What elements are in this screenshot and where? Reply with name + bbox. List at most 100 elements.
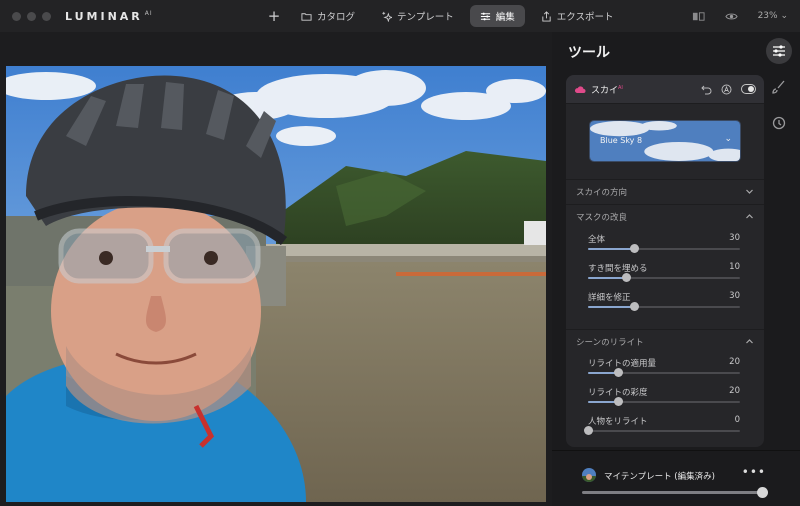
view-controls: 23% ⌄ [692,0,788,32]
slider-track[interactable] [588,306,740,308]
section-mask-refine[interactable]: マスクの改良 [566,204,764,228]
compare-icon[interactable] [692,11,705,22]
cloud-icon [574,85,586,93]
slider-relight-amount[interactable]: リライトの適用量 20 [588,357,740,385]
edited-photo[interactable] [6,66,546,502]
title-bar: LUMINAR AI + カタログ テンプレート 編集 エクスポート 23% ⌄ [0,0,800,32]
section-mask-refine-label: マスクの改良 [576,212,628,223]
slider-fill [588,248,634,250]
tab-templates-label: テンプレート [397,12,454,23]
minimize-window-button[interactable] [27,11,36,21]
slider-fill-gaps[interactable]: すき間を埋める 10 [588,262,740,290]
slider-knob[interactable] [629,244,639,253]
sliders-icon [773,45,785,57]
tools-tab-button[interactable] [766,38,792,64]
section-sky-direction-label: スカイの方向 [576,187,628,198]
tab-catalog[interactable]: カタログ [291,5,365,27]
slider-relight-amount-label: リライトの適用量 [588,359,657,369]
zoom-level: 23% [757,11,778,21]
app-logo: LUMINAR AI [65,10,153,23]
slider-fill-gaps-label: すき間を埋める [588,264,648,274]
panel-side-icons [764,38,794,136]
chevron-down-icon: ⌄ [780,11,788,21]
slider-overall-value: 30 [729,233,740,243]
tab-export[interactable]: エクスポート [531,5,624,27]
zoom-dropdown[interactable]: 23% ⌄ [758,11,788,21]
tab-edit[interactable]: 編集 [469,5,525,27]
photo-canvas[interactable] [0,32,552,506]
preset-bar: マイテンプレート (編集済み) ••• [552,450,800,506]
folder-icon [301,12,312,21]
tab-catalog-label: カタログ [317,12,356,23]
tools-title: ツール [568,45,610,61]
top-navigation: + カタログ テンプレート 編集 エクスポート [263,0,623,32]
preset-thumbnail [582,468,596,482]
slider-knob[interactable] [622,273,631,282]
sky-tool-header[interactable]: スカイAI [566,75,764,104]
slider-knob[interactable] [614,397,624,406]
preset-more-button[interactable]: ••• [742,465,766,479]
tab-templates[interactable]: テンプレート [371,5,464,27]
sliders-icon [480,12,490,20]
chevron-up-icon [746,339,753,344]
sky-tool-title: スカイAI [591,83,623,96]
photo-illustration [6,66,546,502]
eye-icon[interactable] [724,11,738,22]
preset-amount-knob[interactable] [757,487,768,498]
preset-amount-slider[interactable] [582,487,768,498]
brush-tab-button[interactable] [766,74,792,100]
zoom-window-button[interactable] [42,11,51,21]
sparkle-icon [382,11,393,22]
section-sky-direction[interactable]: スカイの方向 [566,179,764,203]
sky-tool-name: スカイ [591,85,619,96]
history-tab-button[interactable] [766,110,792,136]
slider-fix-details-label: 詳細を修正 [588,293,631,303]
share-icon [542,10,551,22]
slider-track[interactable] [588,401,740,403]
chevron-up-icon [746,214,753,219]
slider-fill [588,306,634,308]
ai-badge: AI [618,84,623,91]
auto-enhance-icon[interactable] [721,84,732,95]
slider-relight-human[interactable]: 人物をリライト 0 [584,415,740,443]
slider-knob[interactable] [629,302,639,311]
slider-fix-details-value: 30 [729,291,740,301]
slider-relight-saturation[interactable]: リライトの彩度 20 [588,386,740,414]
chevron-down-icon [746,189,753,194]
sky-tool-actions [701,84,756,95]
clock-icon [772,116,786,130]
slider-relight-human-label: 人物をリライト [588,417,648,427]
sky-selector-dropdown[interactable]: Blue Sky 8 ⌄ [589,120,741,162]
slider-fill-gaps-value: 10 [729,262,740,272]
section-scene-relight[interactable]: シーンのリライト [566,329,764,353]
sky-tool-card: スカイAI Blue Sky 8 ⌄ スカイの方向 マスクの改良 全体 30 す… [566,75,764,447]
close-window-button[interactable] [12,11,21,21]
slider-knob[interactable] [614,368,624,377]
sky-tool-toggle[interactable] [741,84,756,94]
undo-icon[interactable] [701,84,712,95]
app-logo-text: LUMINAR [65,9,143,23]
slider-fix-details[interactable]: 詳細を修正 30 [588,291,740,319]
sky-selection-label: Blue Sky 8 [600,136,643,145]
slider-relight-saturation-value: 20 [729,386,740,396]
window-controls [12,11,51,21]
tools-panel: ツール スカイAI Blue Sky 8 ⌄ スカイの方向 マスクの改良 全体 … [552,32,800,506]
add-photos-button[interactable]: + [263,5,285,27]
plus-icon: + [267,7,281,25]
slider-fill [588,277,626,279]
slider-track[interactable] [588,372,740,374]
slider-knob[interactable] [584,426,593,435]
slider-track[interactable] [588,430,740,432]
slider-overall[interactable]: 全体 30 [588,233,740,261]
tab-edit-label: 編集 [495,12,515,23]
slider-relight-amount-value: 20 [729,357,740,367]
app-logo-suffix: AI [144,9,153,17]
slider-relight-human-value: 0 [734,415,740,425]
brush-icon [772,80,785,94]
tab-export-label: エクスポート [556,12,614,23]
slider-track[interactable] [588,277,740,279]
section-scene-relight-label: シーンのリライト [576,337,644,348]
preset-name: マイテンプレート (編集済み) [604,472,715,482]
slider-track[interactable] [588,248,740,250]
slider-overall-label: 全体 [588,235,606,245]
